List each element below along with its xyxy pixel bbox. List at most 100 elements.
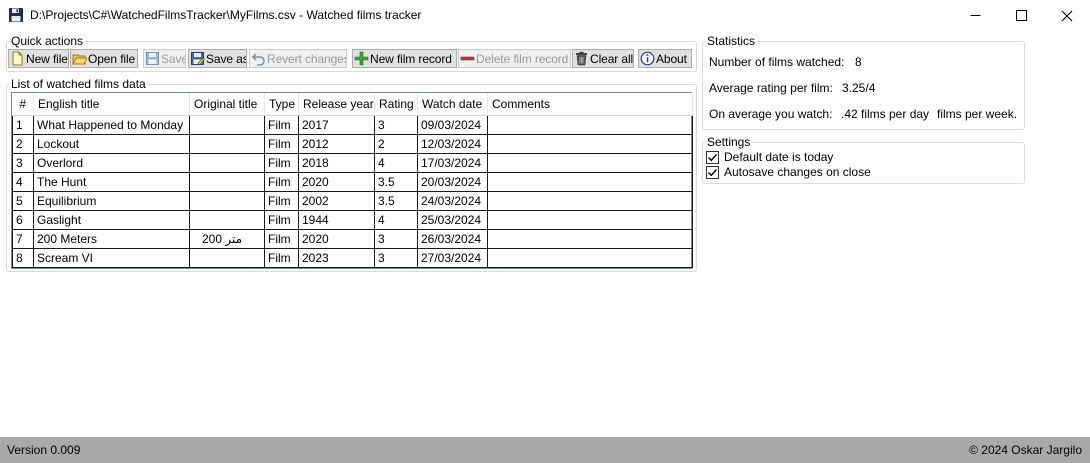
cell-original-title[interactable] <box>189 152 265 173</box>
checkbox-box[interactable] <box>706 150 719 164</box>
cell-original-title[interactable] <box>189 190 265 211</box>
cell-release-year[interactable]: 2002 <box>298 190 375 211</box>
cell-number[interactable]: 1 <box>12 114 34 135</box>
column-header-type[interactable]: Type <box>264 93 299 116</box>
cell-watch-date[interactable]: 17/03/2024 <box>417 152 488 173</box>
table-row[interactable]: 5 Equilibrium Film 2002 3.5 24/03/2024 <box>12 190 693 211</box>
grid-header-row: # English title Original title Type Rele… <box>12 93 693 116</box>
cell-release-year[interactable]: 1944 <box>298 209 375 230</box>
cell-rating[interactable]: 3.5 <box>374 171 418 192</box>
cell-comments[interactable] <box>487 171 693 192</box>
cell-watch-date[interactable]: 20/03/2024 <box>417 171 488 192</box>
cell-release-year[interactable]: 2018 <box>298 152 375 173</box>
table-row[interactable]: 3 Overlord Film 2018 4 17/03/2024 <box>12 152 693 173</box>
cell-rating[interactable]: 4 <box>374 152 418 173</box>
cell-watch-date[interactable]: 09/03/2024 <box>417 114 488 135</box>
cell-english-title[interactable]: 200 Meters <box>33 228 190 249</box>
cell-comments[interactable] <box>487 228 693 249</box>
cell-number[interactable]: 7 <box>12 228 34 249</box>
column-header-rating[interactable]: Rating <box>374 93 418 116</box>
cell-number[interactable]: 8 <box>12 247 34 268</box>
cell-english-title[interactable]: The Hunt <box>33 171 190 192</box>
minimize-button[interactable] <box>952 0 998 31</box>
cell-number[interactable]: 6 <box>12 209 34 230</box>
cell-release-year[interactable]: 2020 <box>298 171 375 192</box>
cell-watch-date[interactable]: 26/03/2024 <box>417 228 488 249</box>
cell-release-year[interactable]: 2017 <box>298 114 375 135</box>
cell-english-title[interactable]: What Happened to Monday <box>33 114 190 135</box>
cell-rating[interactable]: 3 <box>374 247 418 268</box>
cell-original-title[interactable] <box>189 114 265 135</box>
cell-original-title[interactable] <box>189 247 265 268</box>
save-as-icon <box>191 52 205 65</box>
delete-film-record-button[interactable]: Delete film record <box>458 49 571 68</box>
cell-release-year[interactable]: 2012 <box>298 133 375 154</box>
table-row[interactable]: 1 What Happened to Monday Film 2017 3 09… <box>12 114 693 135</box>
cell-comments[interactable] <box>487 114 693 135</box>
cell-rating[interactable]: 3.5 <box>374 190 418 211</box>
cell-number[interactable]: 4 <box>12 171 34 192</box>
column-header-release-year[interactable]: Release year <box>298 93 375 116</box>
cell-rating[interactable]: 4 <box>374 209 418 230</box>
new-film-record-button[interactable]: New film record <box>352 49 457 68</box>
column-header-comments[interactable]: Comments <box>487 93 693 116</box>
open-file-button[interactable]: Open file <box>70 49 138 68</box>
save-button[interactable]: Save <box>143 49 186 68</box>
cell-type[interactable]: Film <box>264 114 299 135</box>
cell-comments[interactable] <box>487 190 693 211</box>
column-header-number[interactable]: # <box>12 93 34 116</box>
cell-original-title[interactable] <box>189 209 265 230</box>
about-button[interactable]: About <box>638 49 692 68</box>
autosave-on-close-checkbox[interactable]: Autosave changes on close <box>706 165 871 179</box>
cell-english-title[interactable]: Equilibrium <box>33 190 190 211</box>
close-button[interactable] <box>1044 0 1090 31</box>
cell-watch-date[interactable]: 24/03/2024 <box>417 190 488 211</box>
clear-all-button[interactable]: Clear all <box>572 49 634 68</box>
revert-changes-button[interactable]: Revert changes <box>249 49 347 68</box>
cell-release-year[interactable]: 2020 <box>298 228 375 249</box>
save-as-button[interactable]: Save as <box>188 49 247 68</box>
cell-type[interactable]: Film <box>264 247 299 268</box>
cell-watch-date[interactable]: 25/03/2024 <box>417 209 488 230</box>
table-row[interactable]: 6 Gaslight Film 1944 4 25/03/2024 <box>12 209 693 230</box>
cell-comments[interactable] <box>487 133 693 154</box>
cell-comments[interactable] <box>487 209 693 230</box>
cell-type[interactable]: Film <box>264 171 299 192</box>
films-data-grid[interactable]: # English title Original title Type Rele… <box>11 92 693 269</box>
cell-number[interactable]: 5 <box>12 190 34 211</box>
cell-type[interactable]: Film <box>264 209 299 230</box>
cell-type[interactable]: Film <box>264 133 299 154</box>
cell-original-title[interactable] <box>189 171 265 192</box>
cell-type[interactable]: Film <box>264 152 299 173</box>
cell-rating[interactable]: 2 <box>374 133 418 154</box>
column-header-original-title[interactable]: Original title <box>189 93 265 116</box>
cell-type[interactable]: Film <box>264 228 299 249</box>
column-header-watch-date[interactable]: Watch date <box>417 93 488 116</box>
cell-watch-date[interactable]: 12/03/2024 <box>417 133 488 154</box>
column-header-english-title[interactable]: English title <box>33 93 190 116</box>
cell-release-year[interactable]: 2023 <box>298 247 375 268</box>
cell-rating[interactable]: 3 <box>374 228 418 249</box>
cell-type[interactable]: Film <box>264 190 299 211</box>
cell-watch-date[interactable]: 27/03/2024 <box>417 247 488 268</box>
cell-english-title[interactable]: Overlord <box>33 152 190 173</box>
cell-number[interactable]: 3 <box>12 152 34 173</box>
table-row[interactable]: 7 200 Meters 200 متر Film 2020 3 26/03/2… <box>12 228 693 249</box>
cell-original-title[interactable]: 200 متر <box>189 228 265 249</box>
cell-original-title[interactable] <box>189 133 265 154</box>
cell-english-title[interactable]: Scream VI <box>33 247 190 268</box>
table-row[interactable]: 2 Lockout Film 2012 2 12/03/2024 <box>12 133 693 154</box>
cell-number[interactable]: 2 <box>12 133 34 154</box>
table-row[interactable]: 8 Scream VI Film 2023 3 27/03/2024 <box>12 247 693 268</box>
cell-rating[interactable]: 3 <box>374 114 418 135</box>
cell-english-title[interactable]: Lockout <box>33 133 190 154</box>
new-file-button[interactable]: New file <box>8 49 69 68</box>
cell-comments[interactable] <box>487 247 693 268</box>
default-date-today-label: Default date is today <box>724 150 834 164</box>
default-date-today-checkbox[interactable]: Default date is today <box>706 150 833 164</box>
table-row[interactable]: 4 The Hunt Film 2020 3.5 20/03/2024 <box>12 171 693 192</box>
maximize-button[interactable] <box>998 0 1044 31</box>
cell-comments[interactable] <box>487 152 693 173</box>
cell-english-title[interactable]: Gaslight <box>33 209 190 230</box>
checkbox-box[interactable] <box>706 165 719 179</box>
